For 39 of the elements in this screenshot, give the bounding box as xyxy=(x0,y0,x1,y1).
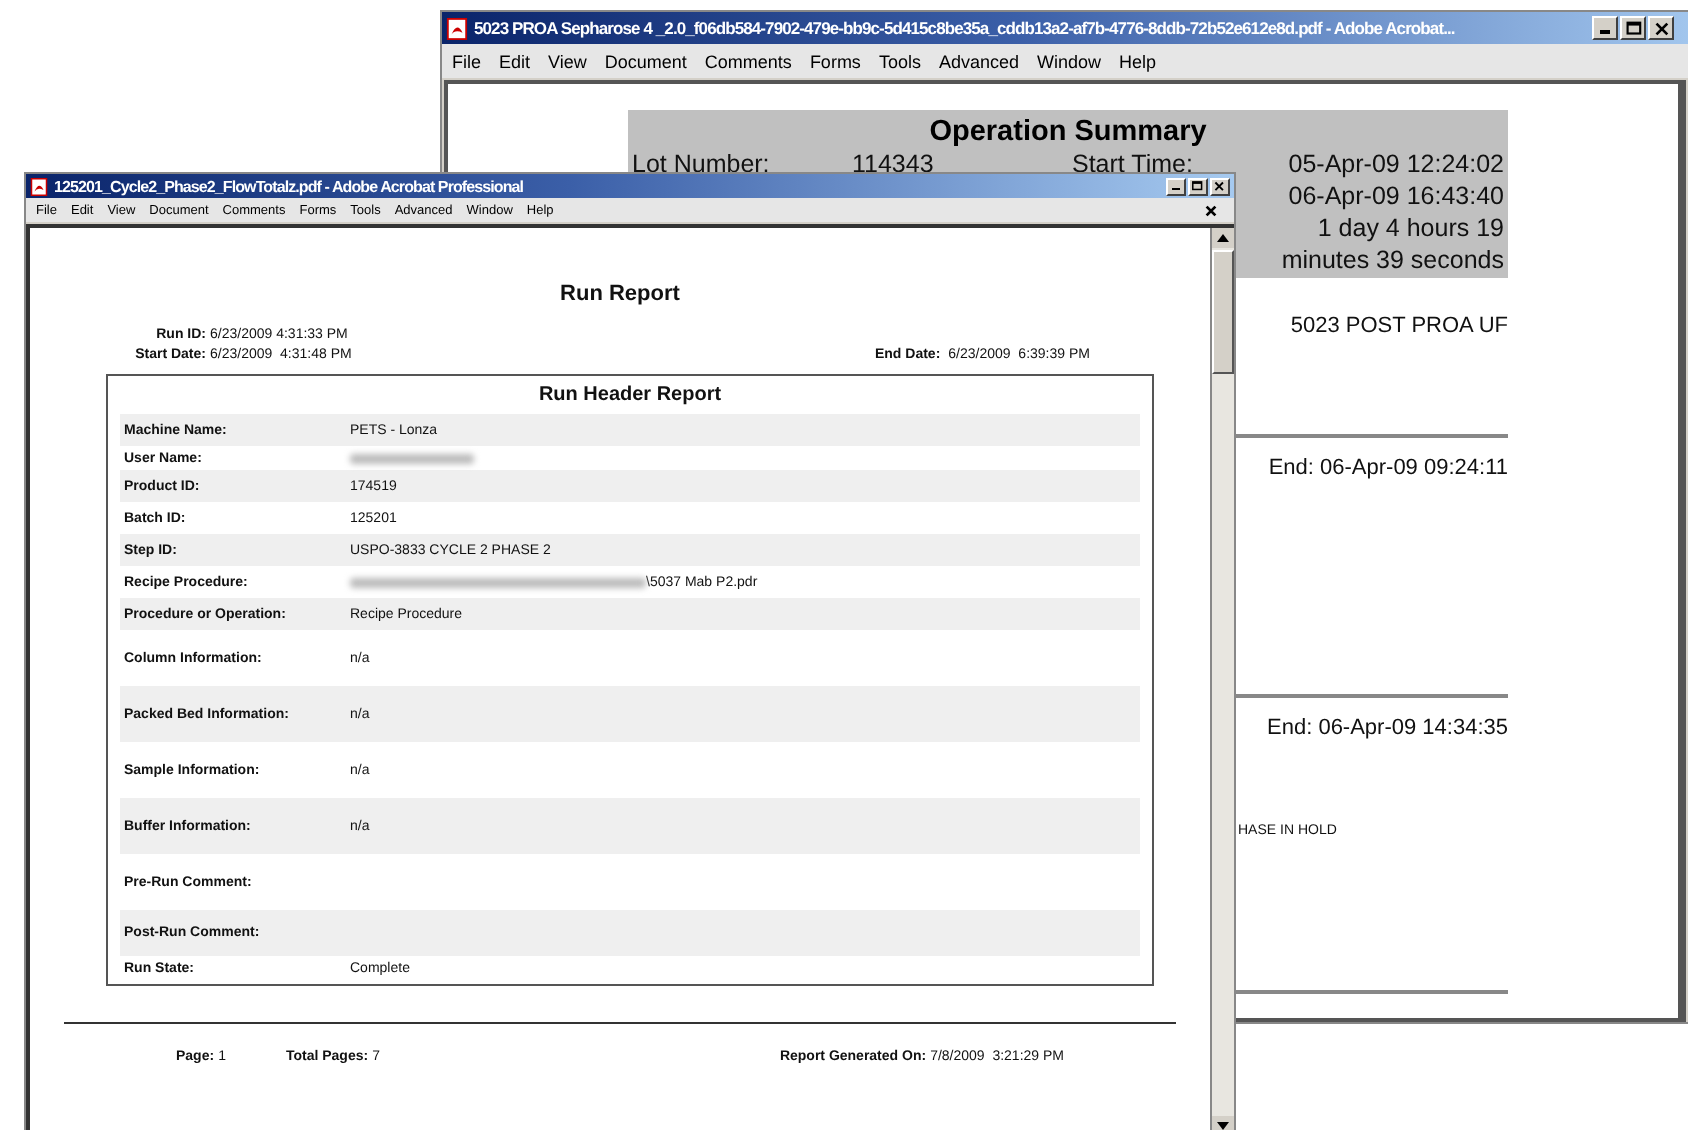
document-text: End: 06-Apr-09 14:34:35 xyxy=(1267,716,1508,740)
menu-item[interactable]: Window xyxy=(1036,51,1101,71)
menu-item[interactable]: Comments xyxy=(704,51,792,71)
section-title: Run Header Report xyxy=(536,382,724,410)
close-button[interactable] xyxy=(1210,177,1230,195)
scrollbar[interactable] xyxy=(1210,228,1234,1130)
pdf-icon xyxy=(30,177,48,195)
summary-label: Start Time: xyxy=(1072,148,1195,180)
minimize-button[interactable] xyxy=(1166,177,1186,195)
maximize-button[interactable] xyxy=(1188,177,1208,195)
summary-value: 05-Apr-09 12:24:02 xyxy=(1286,148,1504,180)
minimize-icon xyxy=(1600,30,1610,34)
scroll-up-icon[interactable] xyxy=(1212,228,1234,248)
report-title: Run Report xyxy=(558,282,682,306)
minimize-button[interactable] xyxy=(1592,16,1618,40)
summary-title: Operation Summary xyxy=(927,116,1209,148)
close-button[interactable] xyxy=(1648,16,1674,40)
window-title: 5023 PROA Sepharose 4 _2.0_f06db584-7902-479e-bb9c-5d415c8be35a_cddb13a2-af7b-4776-8ddb-72b52e612e8d.pdf - Adobe Acrobat... xyxy=(474,18,1457,38)
menu-item[interactable]: Forms xyxy=(809,51,861,71)
summary-label: 114343 xyxy=(852,148,936,180)
maximize-button[interactable] xyxy=(1620,16,1646,40)
document-text: 5023 POST PROA UF xyxy=(1290,314,1508,338)
summary-value: 1 day 4 hours 19 minutes 39 seconds xyxy=(1279,212,1504,276)
menu-item[interactable]: File xyxy=(452,51,482,71)
scroll-thumb[interactable] xyxy=(1212,250,1234,374)
document-text: End: 06-Apr-09 09:24:11 xyxy=(1268,456,1508,480)
menu-item[interactable]: Tools xyxy=(878,51,921,71)
window-title: 125201_Cycle2_Phase2_FlowTotalz.pdf - Adobe Acrobat Professional xyxy=(54,177,526,195)
pdf-icon xyxy=(446,17,468,39)
close-icon[interactable] xyxy=(1204,203,1218,217)
menu-item[interactable]: Advanced xyxy=(938,51,1019,71)
minimize-icon xyxy=(1172,187,1180,190)
menu-item[interactable]: View xyxy=(548,51,587,71)
scroll-down-icon[interactable] xyxy=(1212,1116,1234,1130)
menu-item[interactable]: Help xyxy=(1119,51,1157,71)
summary-value: 06-Apr-09 16:43:40 xyxy=(1286,180,1504,212)
menu-item[interactable]: Edit xyxy=(499,51,531,71)
summary-label: Lot Number: xyxy=(632,148,772,180)
menu-item[interactable]: Document xyxy=(604,51,687,71)
